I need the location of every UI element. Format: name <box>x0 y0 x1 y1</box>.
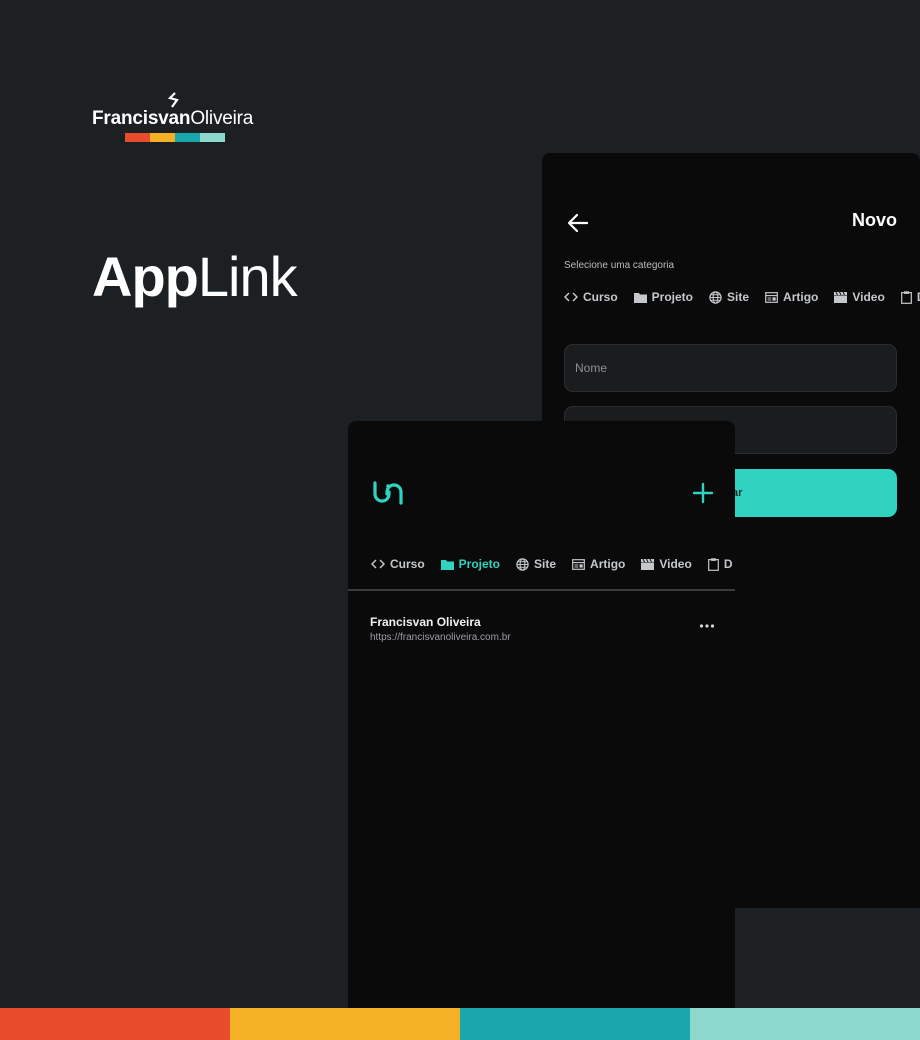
category-chip-video[interactable]: Video <box>834 290 885 304</box>
strip-segment <box>460 1008 690 1040</box>
filter-chip-label: Video <box>659 557 692 571</box>
brand-name: FrancisvanOliveira <box>92 108 253 130</box>
brand-bar <box>200 133 225 142</box>
category-chip-projeto[interactable]: Projeto <box>633 290 694 304</box>
plus-icon[interactable] <box>692 482 714 504</box>
category-selector: Curso Projeto Site Artigo Video Do <box>564 290 920 304</box>
filter-chip-label: D <box>723 557 733 571</box>
clipboard-icon <box>707 557 719 571</box>
strip-segment <box>690 1008 920 1040</box>
divider <box>348 589 735 591</box>
filter-chip-label: Curso <box>390 557 425 571</box>
page-title-regular: Link <box>197 245 298 308</box>
brand-bar <box>150 133 175 142</box>
screen-title: Novo <box>852 210 897 230</box>
filter-chip-site[interactable]: Site <box>516 557 556 571</box>
clapperboard-icon <box>641 558 655 570</box>
category-chip-curso[interactable]: Curso <box>564 290 618 304</box>
filter-chip-artigo[interactable]: Artigo <box>572 557 625 571</box>
clapperboard-icon <box>834 291 848 303</box>
category-chip-doc[interactable]: Do <box>900 290 920 304</box>
name-field[interactable]: Nome <box>564 344 897 392</box>
page-title: AppLink <box>92 244 298 309</box>
more-horizontal-icon[interactable] <box>699 623 715 629</box>
list-item-url: https://francisvanoliveira.com.br <box>370 632 511 643</box>
folder-icon <box>440 559 454 570</box>
category-filter: Curso Projeto Site Artigo Video D <box>371 557 735 571</box>
footer-color-strip <box>0 1008 920 1040</box>
code-icon <box>371 559 385 569</box>
page-title-bold: App <box>92 245 199 308</box>
globe-icon <box>709 290 722 304</box>
clipboard-icon <box>900 290 912 304</box>
globe-icon <box>516 557 529 571</box>
folder-icon <box>633 292 647 303</box>
brand-color-bars <box>125 133 225 142</box>
arrow-left-icon[interactable] <box>566 211 590 235</box>
strip-segment <box>230 1008 460 1040</box>
code-icon <box>564 292 578 302</box>
filter-chip-label: Site <box>534 557 557 571</box>
filter-chip-video[interactable]: Video <box>641 557 692 571</box>
category-chip-label: Projeto <box>651 290 694 304</box>
filter-chip-label: Projeto <box>458 557 501 571</box>
list-item[interactable]: Francisvan Oliveira https://francisvanol… <box>370 615 715 651</box>
category-chip-label: Curso <box>583 290 618 304</box>
brand-bar <box>175 133 200 142</box>
category-chip-site[interactable]: Site <box>709 290 749 304</box>
article-icon <box>765 291 778 303</box>
article-icon <box>572 558 585 570</box>
brand-name-regular: Oliveira <box>190 108 254 129</box>
brand-bar <box>125 133 150 142</box>
category-chip-label: Video <box>852 290 885 304</box>
list-item-title: Francisvan Oliveira <box>370 615 481 629</box>
applink-logo-icon <box>373 481 403 505</box>
filter-chip-curso[interactable]: Curso <box>371 557 425 571</box>
category-chip-label: Artigo <box>783 290 819 304</box>
link-list-screen: Curso Projeto Site Artigo Video D Franci… <box>348 421 735 1008</box>
category-label: Selecione uma categoria <box>564 260 675 271</box>
filter-chip-doc[interactable]: D <box>707 557 733 571</box>
brand-name-bold: Francisvan <box>92 108 191 129</box>
filter-chip-label: Artigo <box>590 557 626 571</box>
strip-segment <box>0 1008 230 1040</box>
category-chip-label: Site <box>727 290 750 304</box>
brand-mark-icon <box>168 92 179 108</box>
name-field-placeholder: Nome <box>575 361 608 375</box>
category-chip-artigo[interactable]: Artigo <box>765 290 818 304</box>
filter-chip-projeto[interactable]: Projeto <box>440 557 501 571</box>
